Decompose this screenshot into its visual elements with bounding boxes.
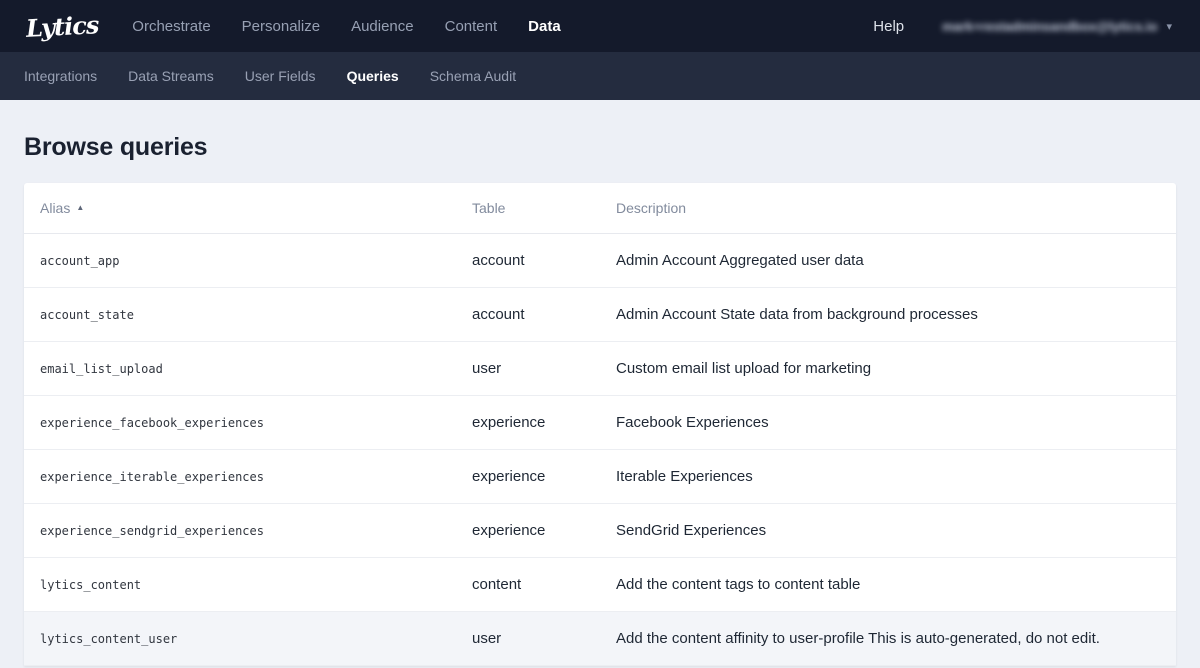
table-row[interactable]: experience_iterable_experiences experien…: [24, 450, 1176, 504]
query-description: Admin Account State data from background…: [616, 306, 1160, 323]
query-alias: account_app: [40, 254, 472, 268]
query-table: experience: [472, 468, 616, 485]
column-header-description-label: Description: [616, 200, 686, 216]
top-navigation-bar: Lytics Orchestrate Personalize Audience …: [0, 0, 1200, 52]
query-table: content: [472, 576, 616, 593]
query-description: Add the content affinity to user-profile…: [616, 630, 1160, 647]
page-title: Browse queries: [24, 133, 1176, 162]
query-description: Facebook Experiences: [616, 414, 1160, 431]
table-row[interactable]: email_list_upload user Custom email list…: [24, 342, 1176, 396]
subnav-item[interactable]: Schema Audit: [430, 68, 516, 84]
account-email-redacted: mark+restadminsandbox@lytics.io: [942, 19, 1157, 34]
query-description: Add the content tags to content table: [616, 576, 1160, 593]
table-row[interactable]: experience_facebook_experiences experien…: [24, 396, 1176, 450]
subnav-item[interactable]: User Fields: [245, 68, 316, 84]
query-description: SendGrid Experiences: [616, 522, 1160, 539]
lytics-logo[interactable]: Lytics: [25, 10, 99, 43]
query-table: account: [472, 306, 616, 323]
query-alias: experience_iterable_experiences: [40, 470, 472, 484]
query-description: Iterable Experiences: [616, 468, 1160, 485]
table-body: account_app account Admin Account Aggreg…: [24, 234, 1176, 666]
table-row[interactable]: account_state account Admin Account Stat…: [24, 288, 1176, 342]
sort-ascending-icon: ▲: [76, 204, 84, 212]
help-link[interactable]: Help: [873, 18, 904, 35]
data-sub-navigation: Integrations Data Streams User Fields Qu…: [0, 52, 1200, 100]
table-row[interactable]: account_app account Admin Account Aggreg…: [24, 234, 1176, 288]
topnav-item[interactable]: Data: [528, 18, 561, 35]
queries-table-card: Alias ▲ Table Description account_app ac…: [24, 183, 1176, 666]
topnav-right: Help mark+restadminsandbox@lytics.io ▾: [873, 18, 1172, 35]
query-table: account: [472, 252, 616, 269]
column-header-description[interactable]: Description: [616, 200, 1160, 216]
topnav-items: Orchestrate Personalize Audience Content…: [132, 18, 560, 35]
subnav-item[interactable]: Queries: [347, 68, 399, 84]
table-row[interactable]: experience_sendgrid_experiences experien…: [24, 504, 1176, 558]
query-alias: lytics_content_user: [40, 632, 472, 646]
main-content: Browse queries Alias ▲ Table Description…: [0, 133, 1200, 666]
query-alias: email_list_upload: [40, 362, 472, 376]
query-description: Admin Account Aggregated user data: [616, 252, 1160, 269]
query-table: user: [472, 630, 616, 647]
query-alias: lytics_content: [40, 578, 472, 592]
query-alias: experience_facebook_experiences: [40, 416, 472, 430]
chevron-down-icon: ▾: [1166, 20, 1172, 33]
query-alias: experience_sendgrid_experiences: [40, 524, 472, 538]
topnav-item[interactable]: Audience: [351, 18, 414, 35]
table-row[interactable]: lytics_content content Add the content t…: [24, 558, 1176, 612]
query-table: experience: [472, 522, 616, 539]
topnav-item[interactable]: Content: [445, 18, 498, 35]
topnav-item[interactable]: Orchestrate: [132, 18, 210, 35]
table-row[interactable]: lytics_content_user user Add the content…: [24, 612, 1176, 666]
query-description: Custom email list upload for marketing: [616, 360, 1160, 377]
query-table: user: [472, 360, 616, 377]
column-header-table[interactable]: Table: [472, 200, 616, 216]
query-table: experience: [472, 414, 616, 431]
account-menu[interactable]: mark+restadminsandbox@lytics.io ▾: [942, 19, 1172, 34]
topnav-item[interactable]: Personalize: [242, 18, 320, 35]
column-header-table-label: Table: [472, 200, 505, 216]
column-header-alias-label: Alias: [40, 200, 70, 216]
column-header-alias[interactable]: Alias ▲: [40, 200, 472, 216]
subnav-item[interactable]: Integrations: [24, 68, 97, 84]
subnav-item[interactable]: Data Streams: [128, 68, 214, 84]
query-alias: account_state: [40, 308, 472, 322]
table-header-row: Alias ▲ Table Description: [24, 183, 1176, 234]
